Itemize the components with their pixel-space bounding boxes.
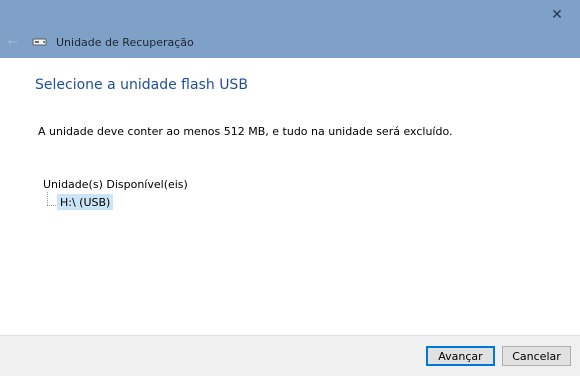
cancel-button[interactable]: Cancelar [502, 346, 571, 366]
usb-drive-icon [32, 34, 48, 50]
close-icon: ✕ [551, 7, 563, 23]
drive-list: H:\ (USB) [43, 192, 243, 216]
title-bar: ✕ ← Unidade de Recuperação [0, 0, 580, 58]
wizard-content: Selecione a unidade flash USB A unidade … [0, 58, 580, 335]
available-drives-label: Unidade(s) Disponível(eis) [43, 178, 188, 191]
wizard-footer: Avançar Cancelar [0, 335, 580, 376]
next-button[interactable]: Avançar [426, 346, 495, 366]
drive-item-h-usb[interactable]: H:\ (USB) [57, 194, 114, 210]
back-arrow-icon: ← [7, 34, 19, 50]
back-button[interactable]: ← [0, 30, 26, 54]
page-heading: Selecione a unidade flash USB [35, 77, 248, 93]
tree-connector-vertical [47, 192, 48, 205]
close-button[interactable]: ✕ [534, 0, 580, 30]
wizard-title: Unidade de Recuperação [56, 35, 194, 49]
page-description: A unidade deve conter ao menos 512 MB, e… [38, 125, 453, 138]
wizard-nav-row: ← Unidade de Recuperação [0, 30, 580, 54]
recovery-drive-window: ✕ ← Unidade de Recuperação Selecione a u… [0, 0, 580, 376]
